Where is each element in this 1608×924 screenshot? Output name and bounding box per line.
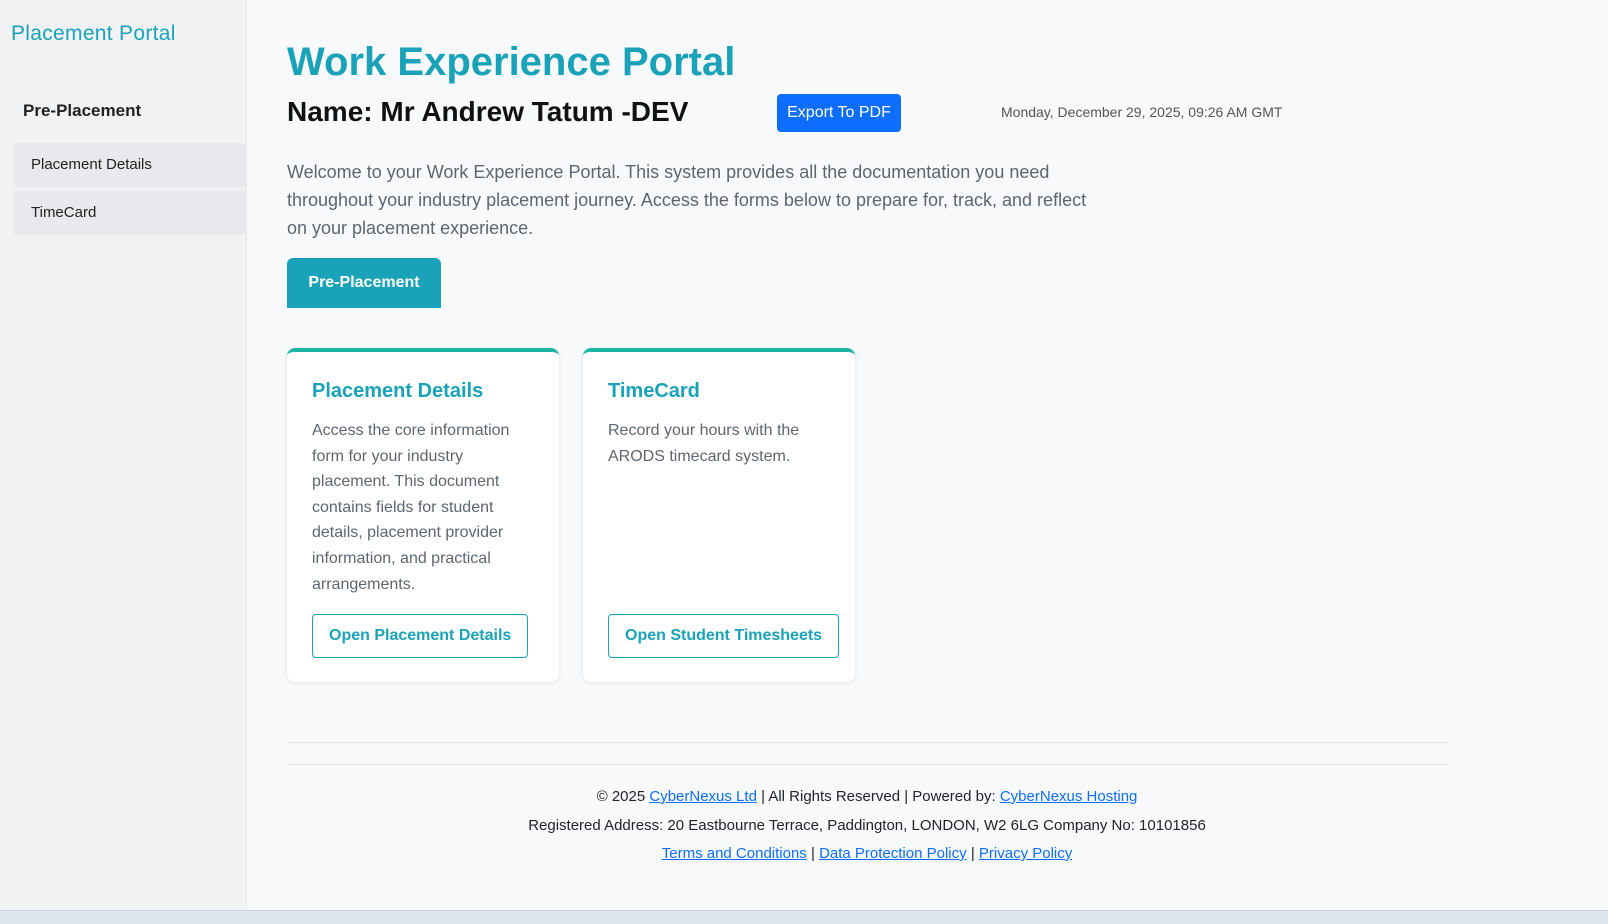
registered-address: Registered Address: 20 Eastbourne Terrac… [528, 816, 1206, 834]
rights-text: | All Rights Reserved | Powered by: [761, 788, 996, 805]
pre-placement-tab-button[interactable]: Pre-Placement [287, 258, 441, 308]
timecard-card: TimeCard Record your hours with the AROD… [583, 348, 855, 682]
sidebar-item-timecard[interactable]: TimeCard [13, 191, 247, 235]
sidebar-heading-pre-placement[interactable]: Pre-Placement [23, 101, 141, 121]
card-title: TimeCard [608, 380, 700, 402]
divider [287, 742, 1447, 743]
card-description: Access the core information form for you… [312, 422, 510, 593]
divider [287, 764, 1447, 765]
os-taskbar[interactable] [0, 910, 1608, 924]
intro-text: Welcome to your Work Experience Portal. … [287, 162, 1087, 238]
sidebar: Placement Portal Pre-Placement Placement… [0, 0, 247, 910]
sidebar-item-placement-details[interactable]: Placement Details [13, 143, 247, 187]
footer: © 2025 CyberNexus Ltd | All Rights Reser… [287, 783, 1447, 869]
hosting-link[interactable]: CyberNexus Hosting [1000, 788, 1138, 805]
link-separator: | [970, 845, 975, 862]
open-student-timesheets-button[interactable]: Open Student Timesheets [608, 614, 840, 658]
link-separator: | [810, 845, 815, 862]
card-description: Record your hours with the ARODS timecar… [608, 422, 800, 465]
terms-link[interactable]: Terms and Conditions [662, 845, 807, 862]
footer-policy-links: Terms and Conditions | Data Protection P… [287, 840, 1447, 869]
footer-copyright-line: © 2025 CyberNexus Ltd | All Rights Reser… [287, 783, 1447, 812]
sidebar-brand[interactable]: Placement Portal [11, 22, 176, 46]
company-link[interactable]: CyberNexus Ltd [649, 788, 757, 805]
open-placement-details-button[interactable]: Open Placement Details [312, 614, 529, 658]
privacy-link[interactable]: Privacy Policy [979, 845, 1072, 862]
copyright-text: © 2025 [596, 788, 646, 805]
placement-details-card: Placement Details Access the core inform… [287, 348, 559, 682]
card-title: Placement Details [312, 380, 484, 402]
user-name: Name: Mr Andrew Tatum -DEV [287, 96, 689, 127]
export-to-pdf-button[interactable]: Export To PDF [777, 94, 901, 132]
current-date: Monday, December 29, 2025, 09:26 AM GMT [1001, 104, 1283, 120]
page-title: Work Experience Portal [287, 40, 736, 84]
data-protection-link[interactable]: Data Protection Policy [819, 845, 967, 862]
